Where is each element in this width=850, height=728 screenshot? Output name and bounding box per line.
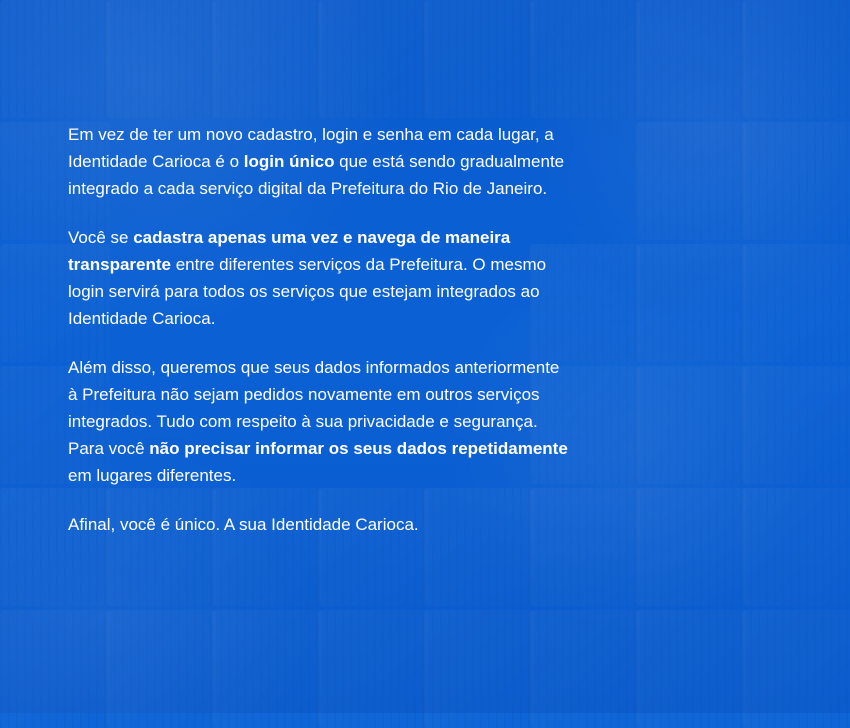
paragraph-4-text: Afinal, você é único. A sua Identidade C…	[68, 515, 419, 534]
paragraph-2-text: Você se	[68, 228, 134, 247]
paragraph-login-unico: Em vez de ter um novo cadastro, login e …	[68, 121, 568, 202]
paragraph-unico: Afinal, você é único. A sua Identidade C…	[68, 511, 568, 538]
paragraph-3-bold-text: não precisar informar os seus dados repe…	[149, 439, 568, 458]
paragraph-3-text-end: em lugares diferentes.	[68, 466, 237, 485]
paragraph-1-bold-text: login único	[243, 152, 335, 171]
intro-text-block: Em vez de ter um novo cadastro, login e …	[68, 121, 568, 538]
paragraph-cadastro: Você se cadastra apenas uma vez e navega…	[68, 224, 568, 332]
paragraph-dados: Além disso, queremos que seus dados info…	[68, 354, 568, 489]
